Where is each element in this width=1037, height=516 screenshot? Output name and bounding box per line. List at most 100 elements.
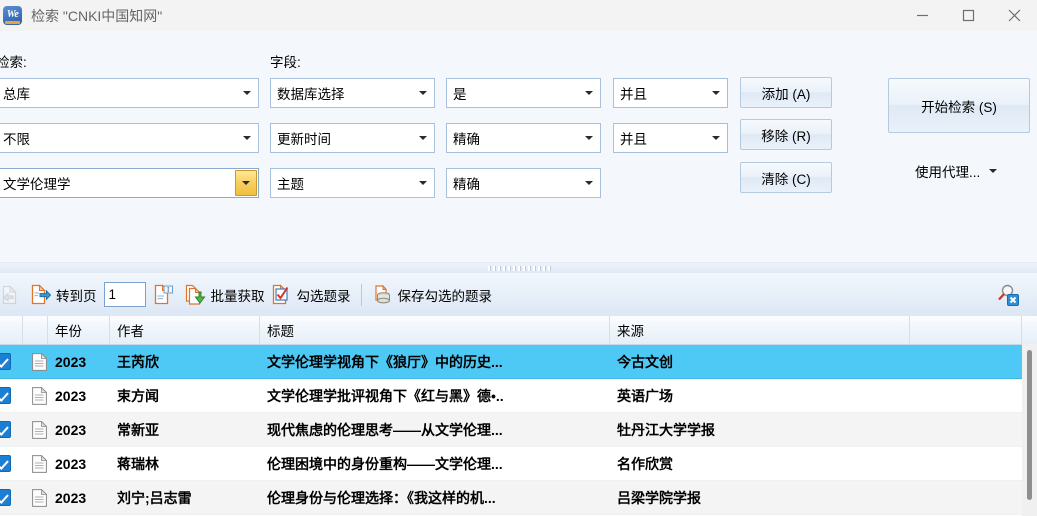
table-vertical-scrollbar[interactable] [1022, 344, 1037, 516]
application-window: We 检索 "CNKI中国知网" 检索: 字段: 总库 数据库选择 是 并且 添… [0, 0, 1037, 516]
chevron-down-icon [585, 136, 593, 140]
start-search-button[interactable]: 开始检索 (S) [888, 78, 1030, 133]
scope-select-row2-value: 不限 [3, 132, 30, 147]
row-document-icon-cell[interactable] [23, 488, 48, 507]
row-checkbox[interactable] [0, 387, 11, 404]
row-document-icon-cell[interactable] [23, 454, 48, 473]
check-records-button[interactable]: 勾选题录 [268, 273, 354, 316]
field-select-row2-value: 更新时间 [277, 132, 331, 147]
check-records-label: 勾选题录 [296, 288, 351, 304]
row-checkbox[interactable] [0, 455, 11, 472]
logic-select-row2-value: 并且 [620, 132, 647, 147]
maximize-icon[interactable] [945, 0, 991, 31]
toolbar-separator [360, 283, 362, 306]
chevron-down-icon [585, 181, 593, 185]
cell-author: 刘宁;吕志雷 [117, 489, 192, 506]
match-select-row3[interactable]: 精确 [446, 168, 601, 198]
match-select-row1[interactable]: 是 [446, 78, 601, 108]
chevron-down-icon [989, 169, 998, 173]
row-checkbox-cell[interactable] [0, 353, 23, 370]
match-select-row2-value: 精确 [453, 132, 480, 147]
we-logo-icon: We [3, 6, 22, 25]
field-select-row3[interactable]: 主题 [270, 168, 435, 198]
page-mark-button[interactable]: I [150, 273, 182, 316]
cell-title: 现代焦虑的伦理思考——从文学伦理... [267, 421, 503, 438]
cell-title: 文学伦理学批评视角下《红与黑》德•.. [267, 387, 504, 404]
table-row[interactable]: 2023 刘宁;吕志雷 伦理身份与伦理选择：《我这样的机... 吕梁学院学报 [0, 481, 1037, 515]
document-icon [31, 420, 47, 439]
chevron-down-icon [712, 91, 720, 95]
row-document-icon-cell[interactable] [23, 420, 48, 439]
minimize-icon[interactable] [899, 0, 945, 31]
row-checkbox[interactable] [0, 489, 11, 506]
table-row[interactable]: 2023 蒋瑞林 伦理困境中的身份重构——文学伦理... 名作欣赏 [0, 447, 1037, 481]
batch-fetch-button[interactable]: 批量获取 [182, 273, 268, 316]
cell-year: 2023 [55, 421, 87, 438]
clear-search-button[interactable] [992, 273, 1027, 316]
clear-button[interactable]: 清除 (C) [740, 162, 832, 193]
chevron-down-icon [243, 91, 251, 95]
row-checkbox-cell[interactable] [0, 455, 23, 472]
cell-year: 2023 [55, 455, 87, 472]
match-select-row1-value: 是 [453, 87, 467, 102]
header-filler [910, 316, 1022, 344]
page-number-value: 1 [108, 287, 117, 302]
table-row[interactable]: 2023 王芮欣 文学伦理学视角下《狼厅》中的历史... 今古文创 [0, 345, 1037, 379]
save-records-label: 保存勾选的题录 [397, 288, 493, 304]
match-select-row2[interactable]: 精确 [446, 123, 601, 153]
add-button-label: 添加 (A) [761, 86, 811, 102]
chevron-down-icon [243, 136, 251, 140]
results-toolbar: 转到页 1 I 批量获取 勾选题录 保存勾选的题录 [0, 273, 1037, 317]
keyword-input[interactable]: 文学伦理学 [0, 168, 259, 198]
header-source[interactable]: 来源 [610, 316, 910, 344]
logic-select-row2[interactable]: 并且 [613, 123, 728, 153]
cell-title: 伦理困境中的身份重构——文学伦理... [267, 455, 503, 472]
dropdown-button-icon[interactable] [235, 170, 257, 196]
cell-author: 束方闻 [117, 387, 159, 404]
table-row[interactable]: 2023 束方闻 文学伦理学批评视角下《红与黑》德•.. 英语广场 [0, 379, 1037, 413]
header-title[interactable]: 标题 [260, 316, 610, 344]
header-author[interactable]: 作者 [110, 316, 260, 344]
add-button[interactable]: 添加 (A) [740, 77, 832, 108]
scope-select-row1[interactable]: 总库 [0, 78, 259, 108]
goto-page-button[interactable]: 转到页 [27, 273, 100, 316]
page-number-input[interactable]: 1 [103, 282, 146, 307]
row-checkbox[interactable] [0, 421, 11, 438]
remove-button[interactable]: 移除 (R) [740, 119, 832, 150]
cell-title: 文学伦理学视角下《狼厅》中的历史... [267, 353, 503, 370]
clear-search-icon [998, 284, 1019, 306]
logic-select-row1[interactable]: 并且 [613, 78, 728, 108]
use-proxy-dropdown[interactable]: 使用代理... [915, 161, 998, 181]
header-year[interactable]: 年份 [48, 316, 110, 344]
row-checkbox-cell[interactable] [0, 387, 23, 404]
start-search-button-label: 开始检索 (S) [921, 99, 997, 115]
page-back-icon [2, 284, 17, 304]
row-checkbox[interactable] [0, 353, 11, 370]
header-checkbox-column [0, 316, 23, 344]
cell-source: 英语广场 [617, 387, 673, 404]
field-select-row1-value: 数据库选择 [277, 87, 345, 102]
cell-author: 常新亚 [117, 421, 159, 438]
save-records-button[interactable]: 保存勾选的题录 [369, 273, 496, 316]
goto-page-icon [31, 284, 51, 305]
row-checkbox-cell[interactable] [0, 489, 23, 506]
scope-select-row1-value: 总库 [3, 87, 30, 102]
field-select-row1[interactable]: 数据库选择 [270, 78, 435, 108]
scope-select-row2[interactable]: 不限 [0, 123, 259, 153]
clear-button-label: 清除 (C) [761, 171, 811, 187]
row-document-icon-cell[interactable] [23, 386, 48, 405]
table-row[interactable]: 2023 常新亚 现代焦虑的伦理思考——从文学伦理... 牡丹江大学学报 [0, 413, 1037, 447]
cell-author: 蒋瑞林 [117, 455, 159, 472]
toolbar-right-group [992, 273, 1037, 316]
batch-fetch-label: 批量获取 [210, 288, 265, 304]
splitter-grip-icon [487, 266, 550, 271]
previous-page-button[interactable] [0, 273, 27, 316]
chevron-down-icon [419, 136, 427, 140]
cell-year: 2023 [55, 489, 87, 506]
row-document-icon-cell[interactable] [23, 352, 48, 371]
row-checkbox-cell[interactable] [0, 421, 23, 438]
document-icon [31, 454, 47, 473]
field-select-row2[interactable]: 更新时间 [270, 123, 435, 153]
scrollbar-thumb[interactable] [1027, 350, 1032, 500]
close-icon[interactable] [991, 0, 1037, 31]
